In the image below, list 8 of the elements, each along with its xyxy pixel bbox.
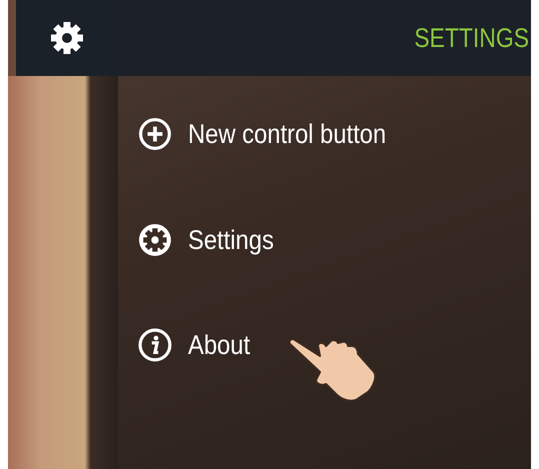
menu-item[interactable]: Settings xyxy=(138,220,531,260)
add-icon xyxy=(138,117,172,152)
settings-icon xyxy=(138,222,172,257)
settings-icon[interactable] xyxy=(50,21,84,55)
menu-item[interactable]: New control button xyxy=(138,114,531,154)
info-icon xyxy=(138,328,172,362)
header-title: SETTINGS xyxy=(414,22,529,55)
menu-item[interactable]: About xyxy=(138,325,531,366)
